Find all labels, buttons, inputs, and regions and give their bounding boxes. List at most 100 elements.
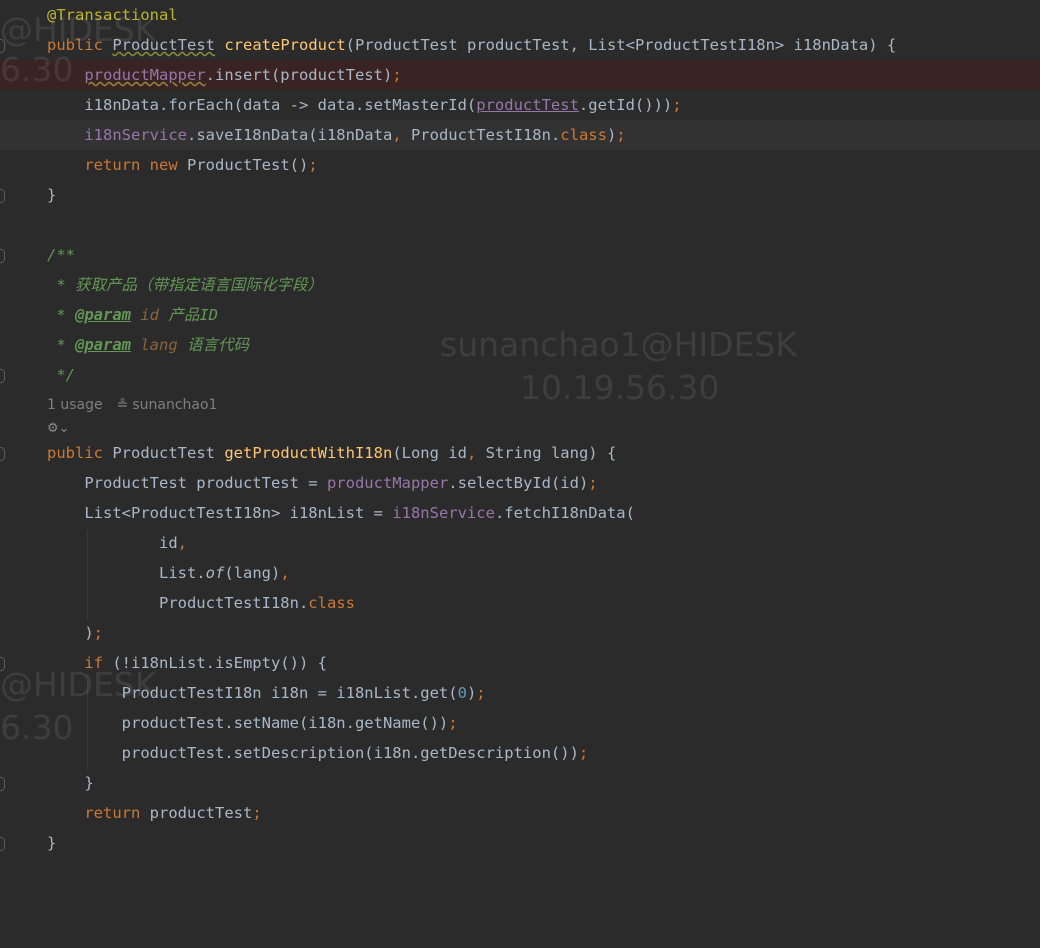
code-line-select-by-id[interactable]: ProductTest productTest = productMapper.… — [0, 468, 1040, 498]
closing-brace: } — [84, 774, 94, 792]
watermark-ip: 10.19.56.30 — [520, 368, 720, 407]
usages-hint[interactable]: 1 usage — [47, 397, 103, 413]
javadoc-param-desc: 产品ID — [159, 306, 218, 324]
code-text: List<ProductTestI18n> i18nList = — [84, 504, 393, 522]
semicolon: ; — [93, 624, 104, 642]
code-text: ProductTestI18n i18n = i18nList.get( — [121, 684, 458, 702]
code-text: productTest.setName(i18n.getName()) — [121, 714, 449, 732]
code-line-arg-class[interactable]: ProductTestI18n.class — [0, 588, 1040, 618]
fold-marker-icon[interactable] — [0, 447, 5, 461]
javadoc-param-name: lang — [131, 336, 178, 354]
javadoc-close: */ — [47, 366, 75, 384]
watermark-edge-user-top: @HIDESK — [0, 10, 157, 49]
code-text: .selectById(id) — [448, 474, 589, 492]
fold-marker-icon[interactable] — [0, 249, 5, 263]
code-line-arg-list-of[interactable]: List.of(lang), — [0, 558, 1040, 588]
keyword-class: class — [308, 594, 355, 612]
method-name-get-product-with-i18n: getProductWithI18n — [224, 444, 393, 462]
code-text: ) — [84, 624, 94, 642]
code-line-get-product-signature[interactable]: public ProductTest getProductWithI18n(Lo… — [0, 438, 1040, 468]
fold-marker-icon[interactable] — [0, 837, 5, 851]
field-i18n-service: i18nService — [84, 126, 187, 144]
method-params: (ProductTest productTest, List<ProductTe… — [345, 36, 897, 54]
code-line-arg-id[interactable]: id, — [0, 528, 1040, 558]
watermark-user: sunanchao1@HIDESK — [440, 325, 798, 364]
javadoc-summary: * 获取产品（带指定语言国际化字段） — [47, 276, 323, 294]
code-line-insert[interactable]: productMapper.insert(productTest); — [0, 60, 1040, 90]
watermark-edge-user-bottom: @HIDESK — [0, 665, 157, 704]
code-text: ProductTestI18n. — [158, 594, 309, 612]
code-line-close-call[interactable]: ); — [0, 618, 1040, 648]
comma: , — [392, 126, 402, 144]
method-name-create-product: createProduct — [224, 36, 346, 54]
watermark-edge-ip-bottom: 6.30 — [0, 708, 74, 747]
keyword-return: return — [84, 156, 141, 174]
author-hint[interactable]: sunanchao1 — [132, 397, 217, 413]
watermark-edge-ip-top: 6.30 — [0, 50, 74, 89]
javadoc-star: * — [47, 306, 75, 324]
method-params: (Long id — [392, 444, 467, 462]
semicolon: ; — [578, 744, 589, 762]
code-text: (lang) — [224, 564, 281, 582]
code-text: ProductTest() — [177, 156, 309, 174]
semicolon: ; — [588, 474, 598, 492]
comma: , — [177, 534, 187, 552]
code-line-save-i18n[interactable]: i18nService.saveI18nData(i18nData, Produ… — [0, 120, 1040, 150]
javadoc-open: /** — [47, 246, 75, 264]
param-reference: productTest — [476, 96, 579, 114]
semicolon: ; — [308, 156, 318, 174]
number-literal: 0 — [457, 684, 467, 702]
code-text: .fetchI18nData( — [494, 504, 635, 522]
code-text: .getId())) — [578, 96, 673, 114]
field-product-mapper: productMapper — [84, 66, 206, 84]
code-line-fetch-i18n[interactable]: List<ProductTestI18n> i18nList = i18nSer… — [0, 498, 1040, 528]
code-line-foreach[interactable]: i18nData.forEach(data -> data.setMasterI… — [0, 90, 1040, 120]
javadoc-param-desc: 语言代码 — [177, 336, 250, 354]
code-line-set-name[interactable]: productTest.setName(i18n.getName()); — [0, 708, 1040, 738]
field-i18n-service: i18nService — [392, 504, 495, 522]
javadoc-param-name: id — [131, 306, 159, 324]
javadoc-star: * — [47, 336, 75, 354]
field-product-mapper: productMapper — [326, 474, 449, 492]
keyword-public: public — [47, 444, 103, 462]
code-line-javadoc-summary[interactable]: * 获取产品（带指定语言国际化字段） — [0, 270, 1040, 300]
code-text: productTest.setDescription(i18n.getDescr… — [121, 744, 579, 762]
code-text: ) — [606, 126, 617, 144]
javadoc-param-tag: @param — [75, 336, 131, 354]
comma: , — [280, 564, 290, 582]
code-text: .saveI18nData(i18nData — [186, 126, 393, 144]
closing-brace: } — [47, 834, 57, 852]
code-line-set-description[interactable]: productTest.setDescription(i18n.getDescr… — [0, 738, 1040, 768]
semicolon: ; — [616, 126, 626, 144]
fold-marker-icon[interactable] — [0, 189, 5, 203]
code-line-close-if[interactable]: } — [0, 768, 1040, 798]
comma: , — [466, 444, 477, 462]
method-params: String lang) { — [476, 444, 617, 462]
code-text: .insert(productTest) — [205, 66, 393, 84]
code-text: ProductTestI18n. — [401, 126, 561, 144]
return-type: ProductTest — [103, 444, 225, 462]
semicolon: ; — [392, 66, 402, 84]
fold-marker-icon[interactable] — [0, 777, 5, 791]
code-text: i18nData.forEach(data -> data.setMasterI… — [84, 96, 477, 114]
semicolon: ; — [252, 804, 262, 822]
closing-brace: } — [47, 186, 57, 204]
semicolon: ; — [476, 684, 486, 702]
code-text: List. — [158, 564, 206, 582]
fold-marker-icon[interactable] — [0, 369, 5, 383]
code-line-return-new[interactable]: return new ProductTest(); — [0, 150, 1040, 180]
keyword-class: class — [560, 126, 607, 144]
code-line-javadoc-start[interactable]: /** — [0, 240, 1040, 270]
static-method-of: of — [205, 564, 225, 582]
semicolon: ; — [672, 96, 682, 114]
javadoc-param-tag: @param — [75, 306, 131, 324]
code-text: id — [158, 534, 178, 552]
code-line-close-method[interactable]: } — [0, 828, 1040, 858]
keyword-return: return — [84, 804, 141, 822]
code-text: ) — [466, 684, 477, 702]
semicolon: ; — [448, 714, 458, 732]
code-editor[interactable]: @Transactional public ProductTest create… — [0, 0, 1040, 870]
code-line-return[interactable]: return productTest; — [0, 798, 1040, 828]
code-line-close-brace[interactable]: } — [0, 180, 1040, 210]
code-text: productTest — [140, 804, 253, 822]
